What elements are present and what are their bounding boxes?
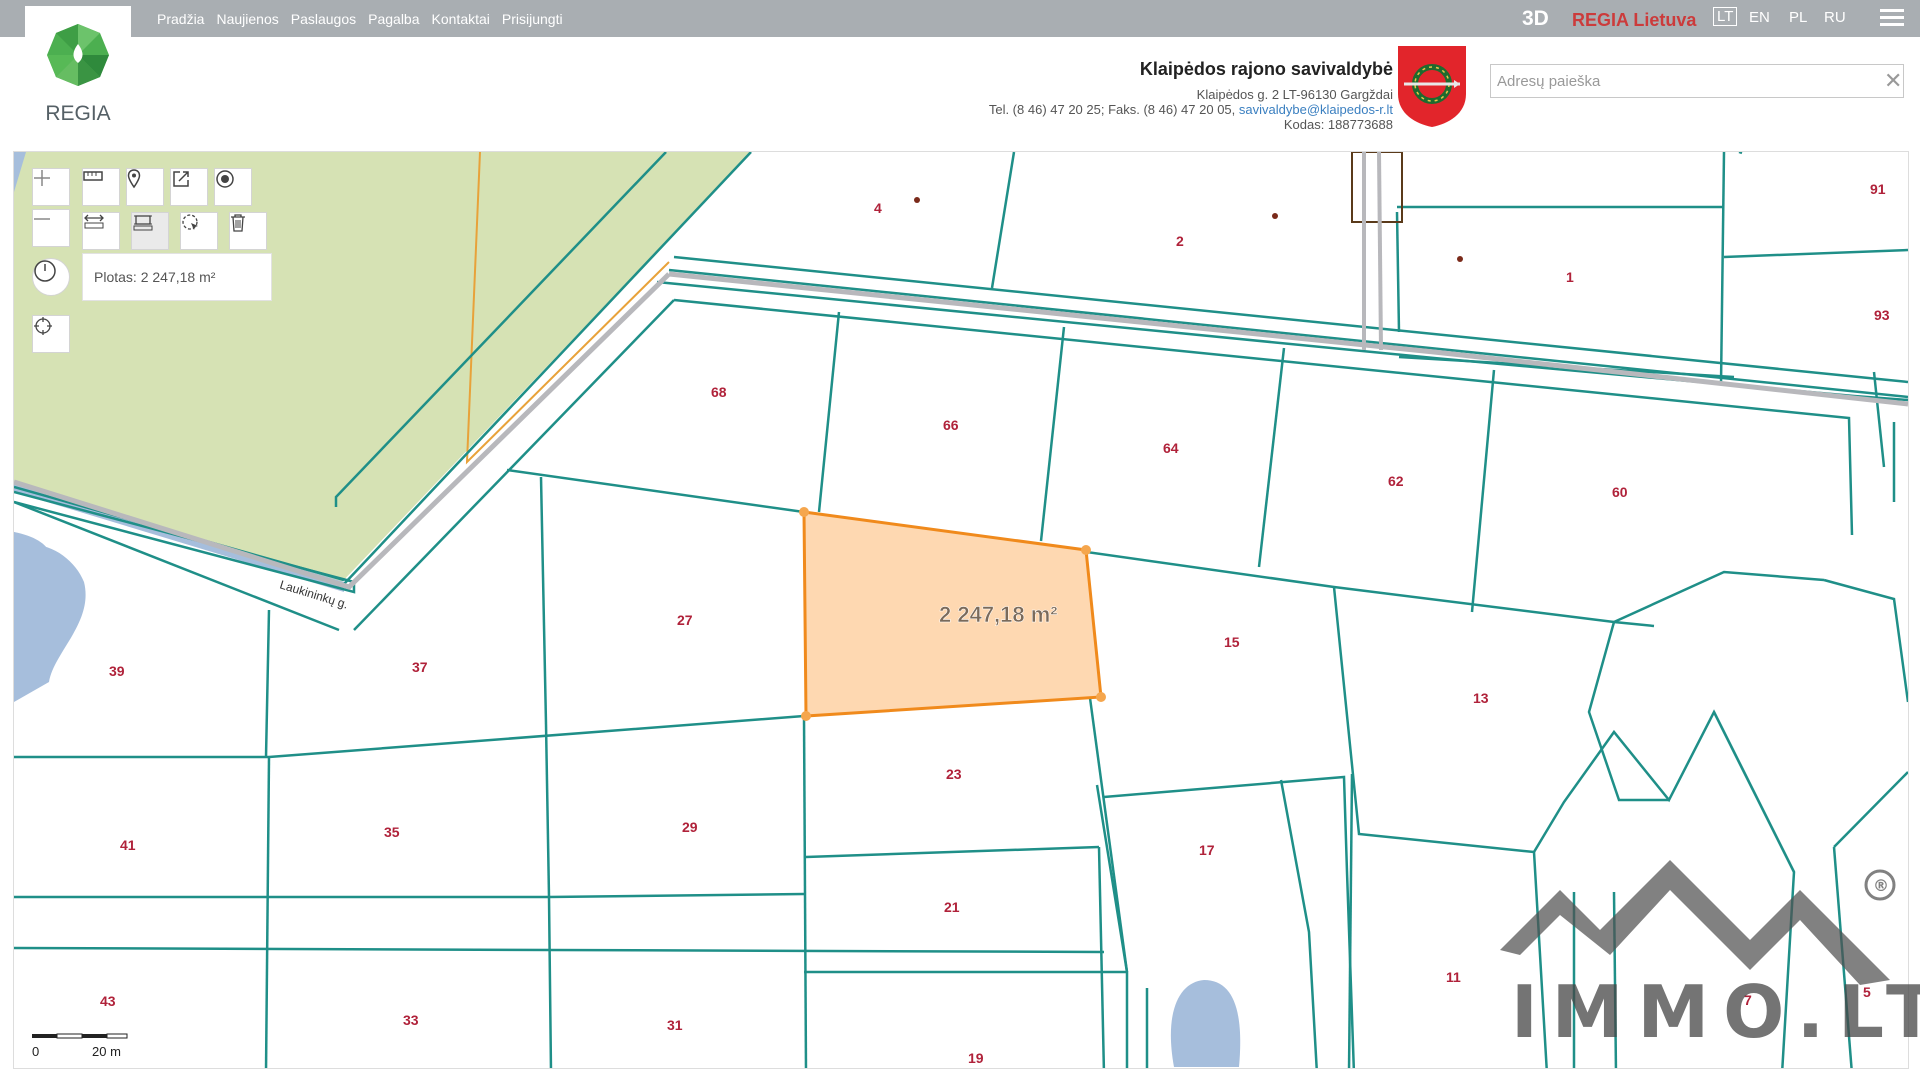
lang-en[interactable]: EN: [1749, 9, 1770, 26]
top-bar: Pradžia Naujienos Paslaugos Pagalba Kont…: [0, 0, 1920, 37]
lot-number: 62: [1388, 473, 1404, 489]
lot-number: 31: [667, 1017, 683, 1033]
municipality-email-link[interactable]: savivaldybe@klaipedos-r.lt: [1239, 102, 1393, 117]
target-icon: [216, 170, 234, 188]
nav-kontaktai[interactable]: Kontaktai: [432, 11, 490, 27]
history-button[interactable]: [32, 258, 70, 296]
lang-lt[interactable]: LT: [1713, 7, 1738, 26]
lot-number: 19: [968, 1050, 984, 1066]
watermark-text: IMMO.LT: [1511, 970, 1920, 1054]
select-button[interactable]: [180, 212, 218, 250]
pond-bottom: [1170, 980, 1241, 1067]
target-button[interactable]: [214, 168, 252, 206]
lot-number: 1: [1566, 269, 1574, 285]
municipality-phone: Tel. (8 46) 47 20 25; Faks. (8 46) 47 20…: [988, 102, 1239, 117]
hamburger-icon[interactable]: [1880, 9, 1904, 29]
building-outline: [1351, 152, 1403, 223]
regia-logo[interactable]: REGIA: [25, 6, 131, 130]
select-icon: [182, 214, 198, 230]
lot-number: 43: [100, 993, 116, 1009]
plus-icon: [34, 170, 50, 186]
municipality-code: Kodas: 188773688: [1283, 117, 1393, 132]
share-button[interactable]: [170, 168, 208, 206]
brand-link[interactable]: REGIA Lietuva: [1572, 10, 1696, 31]
lot-number: 13: [1473, 690, 1489, 706]
zoom-out-button[interactable]: [32, 209, 70, 247]
pin-button[interactable]: [126, 168, 164, 206]
lang-ru[interactable]: RU: [1824, 9, 1846, 26]
clock-icon: [34, 260, 56, 282]
municipality-name: Klaipėdos rajono savivaldybė: [1139, 59, 1393, 79]
scale-zero: 0: [32, 1044, 40, 1059]
nav-naujienos[interactable]: Naujienos: [216, 11, 278, 27]
lot-number: 17: [1199, 842, 1215, 858]
ruler-icon: [83, 171, 103, 181]
area-icon: [133, 215, 153, 231]
lot-number: 35: [384, 824, 400, 840]
trash-icon: [231, 214, 245, 232]
lot-number: 64: [1163, 440, 1179, 456]
ruler-button[interactable]: [82, 168, 120, 206]
zoom-in-button[interactable]: [32, 168, 70, 206]
share-icon: [173, 171, 189, 187]
3d-mode-button[interactable]: 3D: [1522, 7, 1549, 31]
registered-mark: ®: [1873, 876, 1889, 895]
municipality-contacts: Tel. (8 46) 47 20 25; Faks. (8 46) 47 20…: [989, 102, 1393, 117]
lot-number: 2: [1176, 233, 1184, 249]
scale-label: 20 m: [92, 1044, 121, 1059]
lot-number: 39: [109, 663, 125, 679]
pond-left: [14, 544, 86, 702]
distance-button[interactable]: [82, 212, 120, 250]
lot-number: 11: [1446, 969, 1461, 985]
measure-area-text: Plotas: 2 247,18 m²: [94, 269, 216, 285]
lot-number: 60: [1612, 484, 1628, 500]
lot-number: 21: [944, 899, 960, 915]
crosshair-icon: [34, 317, 52, 335]
area-button[interactable]: [131, 212, 169, 250]
minus-icon: [34, 218, 50, 220]
lot-number: 29: [682, 819, 698, 835]
lot-number: 37: [412, 659, 428, 675]
regia-logo-icon: [47, 24, 109, 86]
nav-pagalba[interactable]: Pagalba: [368, 11, 419, 27]
lot-number: 15: [1224, 634, 1240, 650]
coat-of-arms-icon: [1396, 44, 1468, 128]
area-label: 2 247,18 m²: [939, 602, 1058, 627]
nav-prisijungti[interactable]: Prisijungti: [502, 11, 563, 27]
scale-bar: 0 20 m: [32, 1030, 132, 1060]
municipality-address: Klaipėdos g. 2 LT-96130 Gargždai: [1196, 87, 1393, 102]
lot-number: 23: [946, 766, 962, 782]
lot-number: 66: [943, 417, 959, 433]
measure-result-panel: Plotas: 2 247,18 m²: [82, 253, 272, 301]
lot-number: 27: [677, 612, 693, 628]
close-icon[interactable]: ✕: [1884, 68, 1902, 94]
lot-number: 33: [403, 1012, 419, 1028]
distance-icon: [84, 214, 104, 229]
lot-number: 91: [1870, 181, 1886, 197]
logo-text: REGIA: [45, 102, 111, 125]
lot-number: 4: [874, 200, 882, 216]
lang-pl[interactable]: PL: [1789, 9, 1807, 26]
nav-paslaugos[interactable]: Paslaugos: [291, 11, 356, 27]
lot-number: 41: [120, 837, 136, 853]
pin-icon: [127, 169, 141, 189]
lot-number: 68: [711, 384, 727, 400]
address-search-input[interactable]: [1490, 64, 1904, 98]
main-nav: Pradžia Naujienos Paslaugos Pagalba Kont…: [157, 0, 563, 37]
locate-button[interactable]: [32, 315, 70, 353]
nav-pradzia[interactable]: Pradžia: [157, 11, 204, 27]
scale-line: [32, 1033, 128, 1039]
lot-number: 93: [1874, 307, 1890, 323]
delete-button[interactable]: [229, 212, 267, 250]
